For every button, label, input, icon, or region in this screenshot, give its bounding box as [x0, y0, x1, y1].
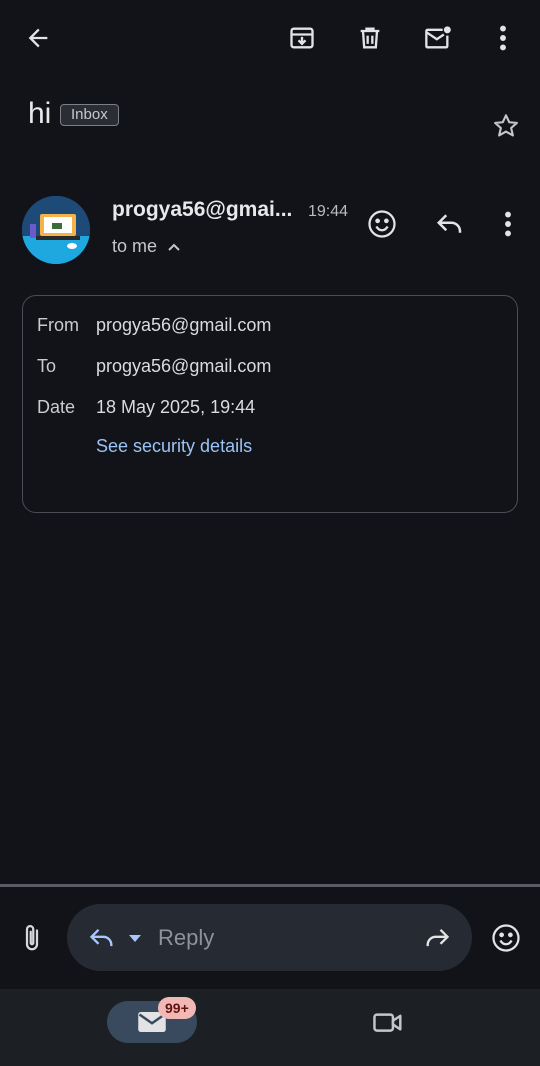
add-reaction-emoji-icon[interactable] — [360, 200, 404, 248]
chevron-up-icon — [167, 242, 181, 252]
more-vertical-icon[interactable] — [490, 200, 526, 248]
date-value: 18 May 2025, 19:44 — [96, 397, 256, 417]
reply-icon[interactable] — [85, 922, 119, 954]
reply-composer[interactable]: Reply — [67, 904, 472, 971]
to-label: To — [37, 356, 57, 376]
recipient-summary: to me — [112, 236, 158, 256]
caret-down-icon[interactable] — [123, 926, 147, 950]
security-details-link[interactable]: See security details — [96, 436, 252, 457]
forward-icon[interactable] — [419, 922, 455, 954]
reply-icon[interactable] — [428, 200, 472, 248]
divider — [0, 884, 540, 887]
attachment-icon[interactable] — [10, 916, 54, 960]
more-vertical-icon[interactable] — [480, 14, 526, 62]
email-time: 19:44 — [308, 203, 349, 220]
back-arrow-icon[interactable] — [14, 14, 62, 62]
archive-icon[interactable] — [278, 14, 326, 62]
video-camera-icon[interactable] — [364, 1000, 412, 1044]
mail-unread-badge: 99+ — [158, 997, 196, 1019]
reply-placeholder[interactable]: Reply — [158, 925, 214, 951]
email-details-card: From progya56@gmail.com To progya56@gmai… — [22, 295, 518, 513]
inbox-label-chip[interactable]: Inbox — [60, 104, 119, 126]
trash-icon[interactable] — [346, 14, 394, 62]
recipient-toggle[interactable]: to me — [112, 236, 181, 257]
star-icon[interactable] — [486, 106, 526, 146]
date-label: Date — [37, 397, 76, 417]
email-subject: hi — [28, 97, 52, 130]
to-value: progya56@gmail.com — [96, 356, 272, 376]
emoji-icon[interactable] — [484, 914, 528, 962]
sender-avatar[interactable] — [22, 196, 90, 264]
bottom-navigation — [0, 989, 540, 1066]
from-label: From — [37, 315, 79, 335]
from-value: progya56@gmail.com — [96, 315, 272, 335]
sender-name[interactable]: progya56@gmai... — [112, 198, 292, 222]
mark-unread-icon[interactable] — [414, 14, 462, 62]
